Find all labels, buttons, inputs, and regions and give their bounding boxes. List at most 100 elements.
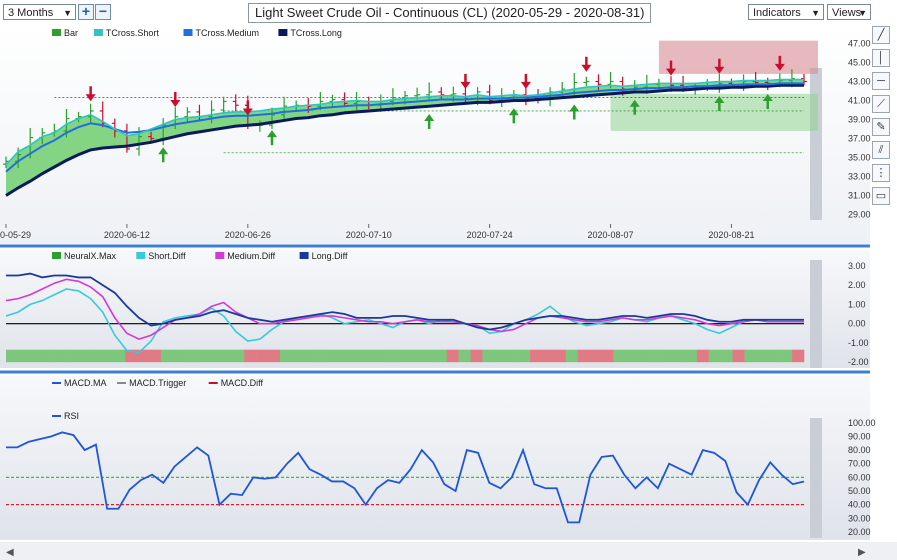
neuralx-signal-cell [768, 349, 781, 363]
x-tick-label: 2020-08-21 [708, 230, 754, 240]
neuralx-signal-cell [89, 349, 102, 363]
x-tick-label: 0-05-29 [0, 230, 31, 240]
indicators-dropdown-label: Indicators [753, 7, 801, 19]
neuralx-signal-cell [65, 349, 78, 363]
neuralx-signal-cell [327, 349, 340, 363]
channel-tool-icon[interactable]: ⫽ [872, 141, 890, 159]
rsi-panel-bg [0, 376, 870, 540]
dotted-line-tool-icon[interactable]: ⋮ [872, 164, 890, 182]
neuralx-signal-cell [589, 349, 602, 363]
neuralx-signal-cell [113, 349, 126, 363]
horizontal-scrollbar[interactable] [0, 542, 897, 560]
neuralx-signal-cell [422, 349, 436, 363]
price-scrollbar[interactable] [810, 68, 822, 220]
legend-entry: Long.Diff [312, 251, 348, 261]
vertical-line-tool-icon[interactable]: │ [872, 49, 890, 67]
neuralx-signal-cell [77, 349, 90, 363]
neuralx-signal-cell [232, 349, 245, 363]
neuralx-signal-cell [470, 349, 483, 363]
period-select-value: 3 Months [8, 7, 54, 19]
legend-entry: NeuralX.Max [64, 251, 117, 261]
legend-swatch [93, 29, 103, 36]
legend-swatch [183, 29, 193, 36]
rsi-y-tick-label: 70.00 [848, 459, 871, 469]
neuralx-signal-cell [315, 349, 328, 363]
neuralx-signal-cell [53, 349, 66, 363]
neuralx-signal-cell [482, 349, 495, 363]
views-dropdown[interactable]: Views ▼ [827, 4, 871, 20]
rsi-y-tick-label: 20.00 [848, 527, 871, 537]
neuralx-y-tick-label: 1.00 [848, 299, 866, 309]
rsi-y-tick-label: 30.00 [848, 513, 871, 523]
neuralx-signal-cell [518, 349, 531, 363]
comment-tool-icon[interactable]: ▭ [872, 187, 890, 205]
brush-tool-icon[interactable]: ✎ [872, 118, 890, 136]
neuralx-signal-cell [649, 349, 662, 363]
zoom-in-button[interactable]: + [78, 4, 94, 20]
legend-entry: TCross.Short [106, 28, 160, 38]
price-y-tick-label: 33.00 [848, 172, 871, 182]
neuralx-y-tick-label: 3.00 [848, 261, 866, 271]
neuralx-signal-cell [137, 349, 150, 363]
scroll-left-icon[interactable]: ◀ [6, 547, 14, 558]
legend-swatch [52, 252, 61, 259]
price-y-tick-label: 45.00 [848, 58, 871, 68]
period-select[interactable]: 3 Months ▼ [3, 4, 76, 20]
neuralx-signal-cell [101, 349, 114, 363]
neuralx-signal-cell [268, 349, 281, 363]
legend-swatch [299, 252, 309, 259]
neuralx-signal-cell [744, 349, 757, 363]
views-dropdown-label: Views [832, 7, 862, 19]
neuralx-signal-cell [565, 349, 579, 363]
neuralx-signal-cell [672, 349, 686, 363]
legend-entry: Short.Diff [148, 251, 186, 261]
chart-canvas: ◀ ▶ 29.00 31.00 33.00 35.00 37.00 39.00 41.00 4… [0, 24, 897, 560]
x-tick-label: 2020-07-24 [467, 230, 513, 240]
rsi-y-tick-label: 40.00 [848, 500, 871, 510]
neuralx-signal-cell [553, 349, 567, 363]
neuralx-signal-cell [220, 349, 233, 363]
resistance-zone [658, 40, 818, 74]
neuralx-signal-cell [6, 349, 19, 363]
neuralx-signal-cell [434, 349, 447, 363]
support-zone [610, 93, 818, 131]
chart-toolbar: 3 Months ▼ + − Light Sweet Crude Oil - C… [0, 0, 897, 24]
horizontal-line-tool-icon[interactable]: ─ [872, 72, 890, 90]
rsi-scrollbar[interactable] [810, 418, 822, 538]
neuralx-signal-cell [29, 349, 43, 363]
legend-entry: TCross.Medium [196, 28, 260, 38]
scroll-right-icon[interactable]: ▶ [858, 547, 866, 558]
neuralx-signal-cell [780, 349, 793, 363]
indicators-dropdown[interactable]: Indicators ▼ [748, 4, 824, 20]
legend-swatch [52, 29, 61, 36]
neuralx-signal-cell [363, 349, 376, 363]
chevron-down-icon: ▼ [858, 8, 867, 18]
fibonacci-tool-icon[interactable]: ⟋ [872, 95, 890, 113]
neuralx-scrollbar[interactable] [810, 260, 822, 368]
neuralx-signal-cell [506, 349, 519, 363]
drawing-tools: ╱ │ ─ ⟋ ✎ ⫽ ⋮ ▭ [872, 26, 892, 210]
neuralx-signal-cell [541, 349, 555, 363]
legend-entry: MACD.Trigger [129, 378, 186, 388]
neuralx-signal-cell [17, 349, 31, 363]
neuralx-signal-cell [577, 349, 590, 363]
neuralx-signal-cell [387, 349, 400, 363]
neuralx-signal-cell [613, 349, 626, 363]
legend-entry: MACD.Diff [221, 378, 264, 388]
legend-swatch [136, 252, 146, 259]
neuralx-y-tick-label: -1.00 [848, 338, 869, 348]
x-tick-label: 2020-07-10 [346, 230, 392, 240]
neuralx-signal-cell [184, 349, 197, 363]
price-y-tick-label: 35.00 [848, 153, 871, 163]
price-y-tick-label: 31.00 [848, 191, 871, 201]
neuralx-signal-cell [637, 349, 650, 363]
neuralx-signal-cell [279, 349, 293, 363]
neuralx-signal-cell [41, 349, 54, 363]
trendline-tool-icon[interactable]: ╱ [872, 26, 890, 44]
rsi-y-tick-label: 100.00 [848, 418, 876, 428]
neuralx-signal-cell [399, 349, 412, 363]
zoom-out-button[interactable]: − [95, 4, 111, 20]
x-tick-label: 2020-08-07 [588, 230, 634, 240]
legend-entry: TCross.Long [290, 28, 342, 38]
legend-entry: RSI [64, 411, 79, 421]
